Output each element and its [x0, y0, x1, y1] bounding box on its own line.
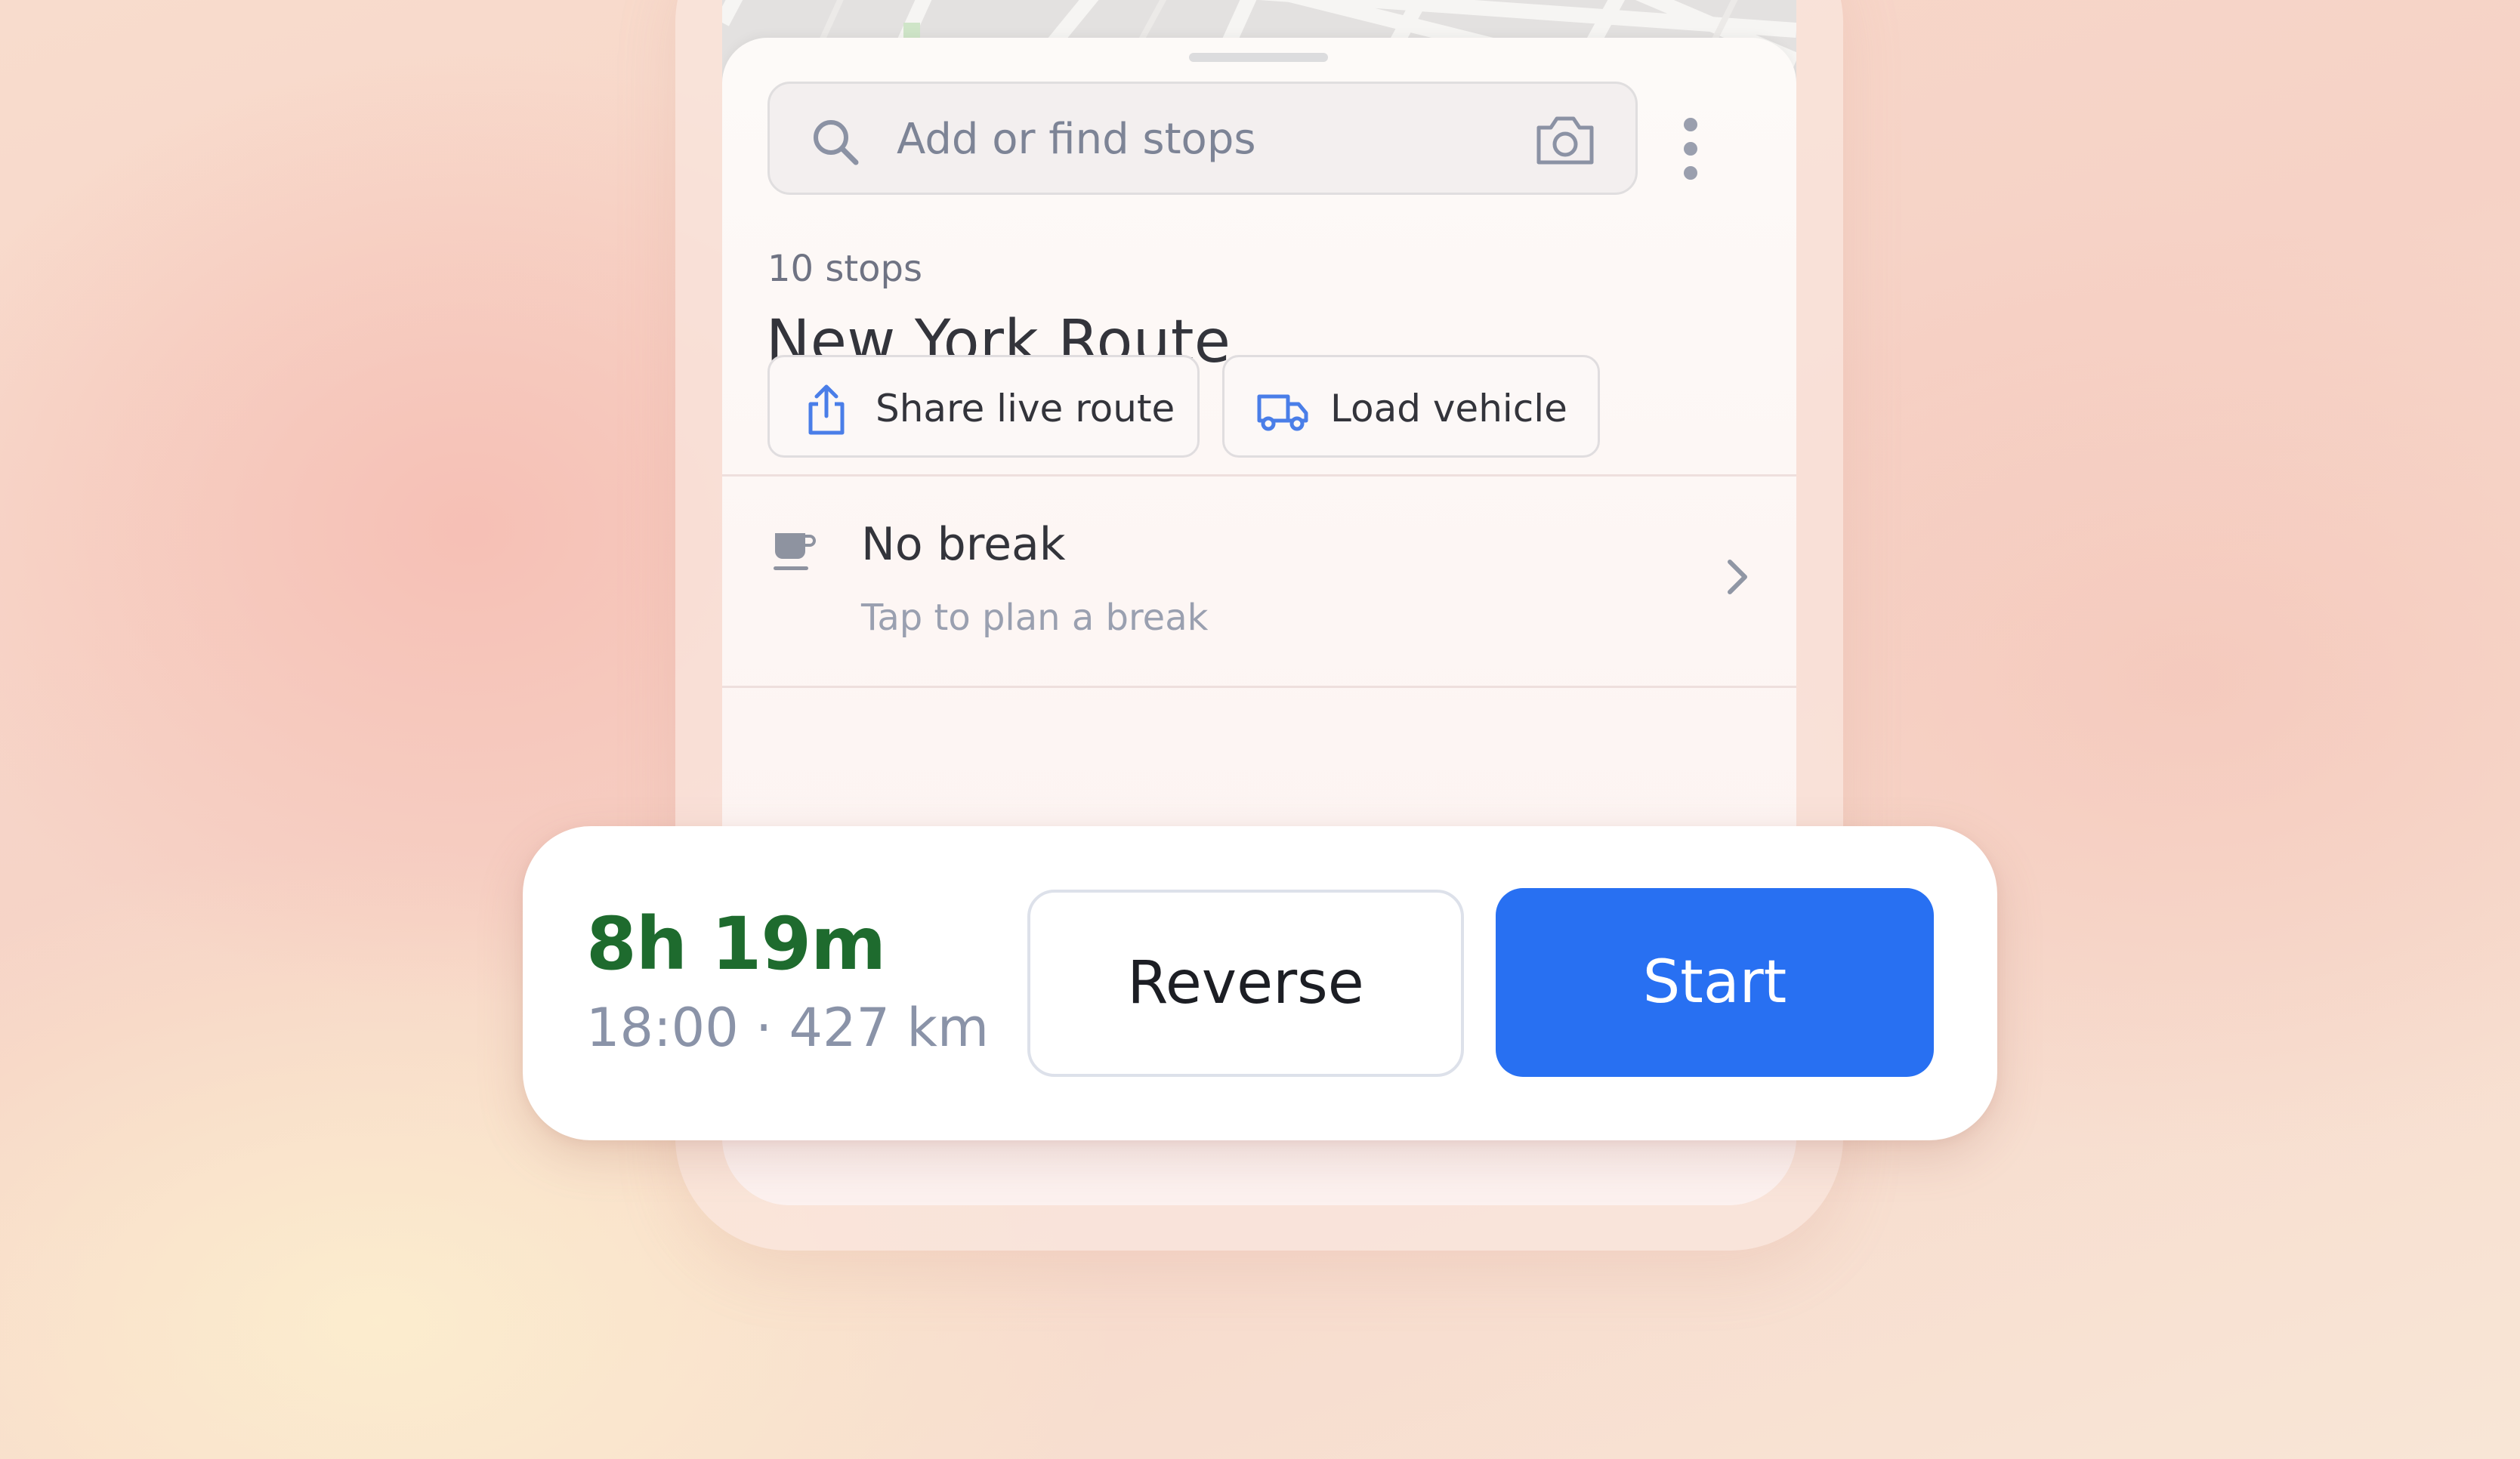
share-icon [808, 384, 845, 435]
reverse-button[interactable]: Reverse [1027, 890, 1464, 1077]
break-subtitle: Tap to plan a break [861, 597, 1209, 639]
search-icon [814, 120, 859, 165]
coffee-cup-icon [774, 533, 816, 570]
share-live-route-label: Share live route [876, 387, 1175, 430]
more-vertical-icon [1684, 118, 1697, 131]
break-title: No break [861, 518, 1066, 571]
break-row[interactable]: No break Tap to plan a break [722, 476, 1796, 686]
share-live-route-button[interactable]: Share live route [767, 355, 1200, 458]
route-summary-card: 8h 19m 18:00 · 427 km Reverse Start [523, 826, 1997, 1140]
divider [722, 686, 1796, 688]
truck-icon [1257, 394, 1308, 431]
more-options-button[interactable] [1653, 83, 1728, 196]
stops-count: 10 stops [767, 248, 923, 290]
load-vehicle-label: Load vehicle [1330, 387, 1567, 430]
camera-icon[interactable] [1534, 113, 1596, 167]
sheet-drag-handle[interactable] [1189, 53, 1328, 62]
route-eta-distance: 18:00 · 427 km [586, 997, 990, 1059]
search-bar[interactable]: Add or find stops [767, 82, 1638, 195]
route-duration: 8h 19m [586, 902, 886, 986]
load-vehicle-button[interactable]: Load vehicle [1222, 355, 1600, 458]
search-input[interactable]: Add or find stops [897, 111, 1256, 168]
chevron-right-icon [1728, 560, 1747, 594]
start-button[interactable]: Start [1496, 888, 1934, 1077]
